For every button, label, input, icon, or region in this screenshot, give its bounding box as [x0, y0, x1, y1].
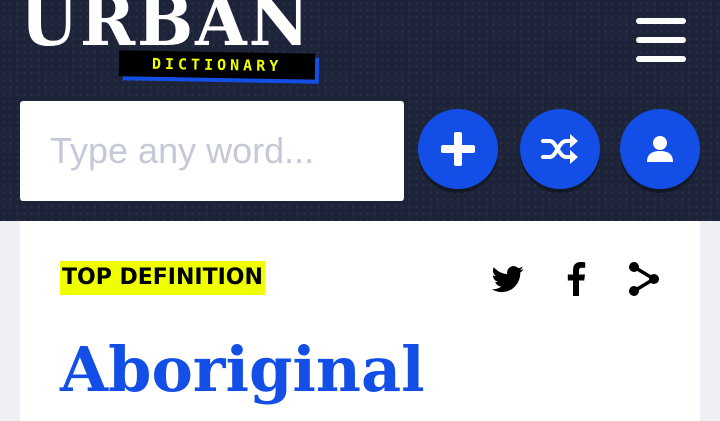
twitter-icon[interactable] — [488, 259, 528, 299]
top-definition-badge: TOP DEFINITION — [60, 261, 265, 295]
share-icon[interactable] — [624, 259, 664, 299]
plus-icon — [441, 132, 475, 166]
user-icon — [647, 136, 673, 162]
random-word-button[interactable] — [520, 109, 600, 189]
shuffle-icon — [541, 134, 578, 164]
hamburger-menu-icon[interactable] — [636, 18, 686, 62]
search-input[interactable] — [20, 101, 404, 201]
site-header: urban DICTIONARY — [0, 0, 720, 221]
logo-subtitle-shadow: DICTIONARY — [118, 50, 320, 84]
facebook-icon[interactable] — [556, 259, 596, 299]
definition-card: TOP DEFINITION Aboriginal — [20, 221, 700, 421]
logo-word: urban — [20, 0, 312, 62]
add-definition-button[interactable] — [418, 109, 498, 189]
user-account-button[interactable] — [620, 109, 700, 189]
urban-dictionary-logo[interactable]: urban DICTIONARY — [20, 0, 330, 86]
logo-subtitle: DICTIONARY — [118, 50, 316, 80]
defined-word-link[interactable]: Aboriginal — [60, 339, 425, 401]
